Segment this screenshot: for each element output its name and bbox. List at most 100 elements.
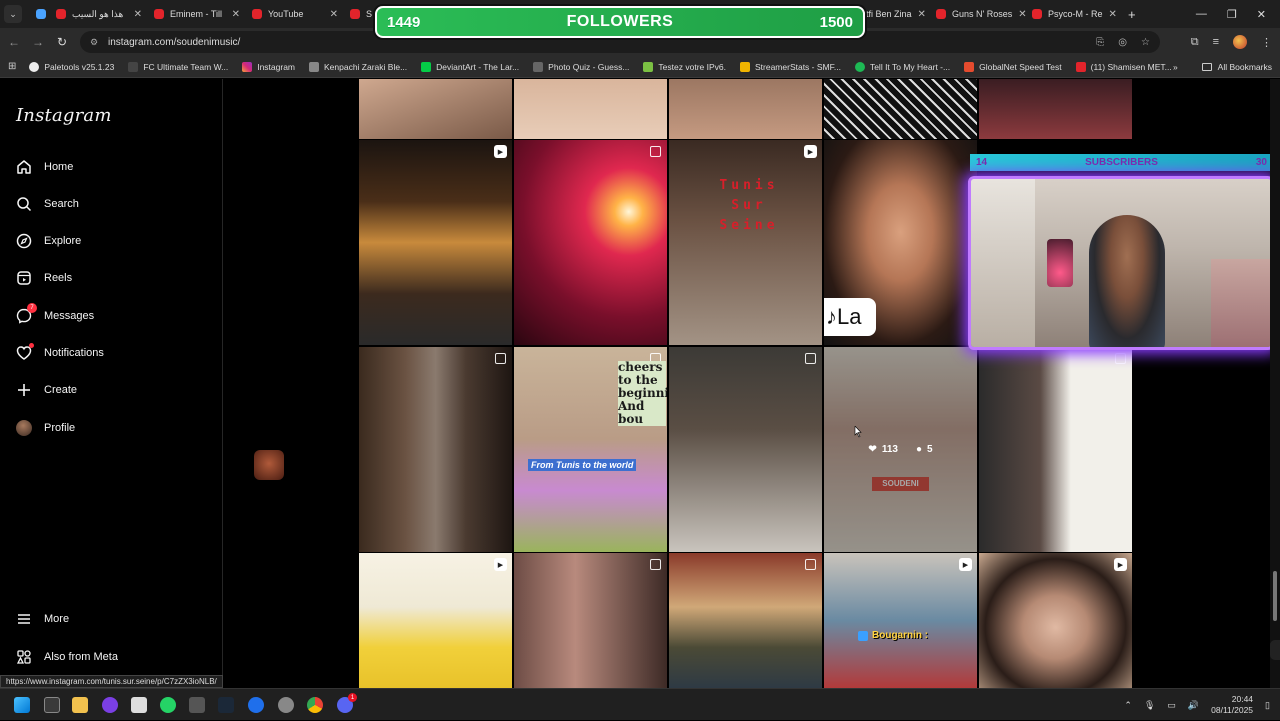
clock[interactable]: 20:44 08/11/2025: [1211, 694, 1253, 716]
obs-icon[interactable]: [278, 697, 294, 713]
like-count: 113: [881, 444, 898, 455]
profile-avatar[interactable]: [1233, 35, 1247, 49]
bookmark-item[interactable]: StreamerStats - SMF...: [733, 61, 848, 72]
app-icon[interactable]: [248, 697, 264, 713]
app-icon[interactable]: [131, 697, 147, 713]
tab-close-icon[interactable]: ✕: [1109, 9, 1117, 20]
bookmark-item[interactable]: Instagram: [235, 61, 302, 72]
apps-grid-icon[interactable]: ⊞: [8, 61, 16, 72]
post-tile[interactable]: [979, 347, 1132, 552]
minimize-icon[interactable]: —: [1196, 8, 1207, 20]
tab-search-button[interactable]: ⌄: [4, 5, 22, 23]
forward-icon[interactable]: →: [26, 35, 50, 49]
nav-create[interactable]: Create: [16, 378, 77, 402]
post-tile[interactable]: ▶ Tunis Sur Seine: [669, 140, 822, 345]
tab-0[interactable]: هذا هو السيب ✕: [50, 0, 148, 28]
post-tile[interactable]: cheers to the beginni And bou From Tunis…: [514, 347, 667, 552]
post-tile[interactable]: [669, 79, 822, 139]
post-tile[interactable]: ▶: [824, 553, 977, 688]
post-tile[interactable]: [824, 79, 977, 139]
post-tile[interactable]: [979, 79, 1132, 139]
notification-center-icon[interactable]: ▯: [1265, 700, 1270, 711]
bookmark-item[interactable]: Photo Quiz - Guess...: [526, 61, 636, 72]
chevron-right-icon[interactable]: »: [1173, 62, 1178, 72]
tab-pinned[interactable]: [30, 0, 50, 28]
nav-profile[interactable]: Profile: [16, 416, 75, 440]
post-tile[interactable]: [514, 79, 667, 139]
bookmark-item[interactable]: DeviantArt - The Lar...: [414, 61, 526, 72]
site-info-icon[interactable]: ⚙: [90, 37, 100, 47]
side-panel-handle[interactable]: [1270, 640, 1280, 660]
tab-2[interactable]: YouTube ✕: [246, 0, 344, 28]
eye-off-icon[interactable]: ◎: [1118, 37, 1127, 48]
post-tile[interactable]: [514, 140, 667, 345]
post-tile[interactable]: [359, 347, 512, 552]
tab-3[interactable]: S: [344, 0, 374, 28]
discord-icon[interactable]: 1: [337, 693, 357, 713]
volume-icon[interactable]: 🔊: [1188, 700, 1199, 711]
instagram-logo[interactable]: Instagram: [16, 105, 112, 126]
nav-search[interactable]: Search: [16, 192, 79, 216]
tab-close-icon[interactable]: ✕: [330, 9, 338, 20]
file-explorer-icon[interactable]: [72, 697, 88, 713]
network-icon[interactable]: ▭: [1167, 700, 1176, 711]
tab-6[interactable]: Psyco-M - Re ✕: [1026, 0, 1122, 28]
tab-close-icon[interactable]: ✕: [918, 9, 926, 20]
heart-filled-icon: ❤: [868, 444, 877, 455]
nav-home[interactable]: Home: [16, 155, 73, 179]
more-menu-icon[interactable]: ⋮: [1261, 36, 1272, 49]
followers-current: 1449: [387, 13, 421, 31]
tab-close-icon[interactable]: ✕: [232, 9, 240, 20]
post-tile[interactable]: [669, 553, 822, 688]
page-scrollbar[interactable]: [1270, 79, 1280, 688]
nav-messages[interactable]: 7 Messages: [16, 303, 94, 328]
tab-close-icon[interactable]: ✕: [1018, 9, 1026, 20]
post-tile[interactable]: ♪La: [824, 140, 977, 345]
post-tile[interactable]: [669, 347, 822, 552]
nav-also-from-meta[interactable]: Also from Meta: [16, 645, 118, 669]
whatsapp-icon[interactable]: [160, 697, 176, 713]
post-tile[interactable]: [514, 553, 667, 688]
reload-icon[interactable]: ↻: [50, 35, 74, 49]
nav-reels[interactable]: Reels: [16, 266, 72, 290]
task-view-icon[interactable]: [44, 697, 60, 713]
bookmark-icon: [533, 61, 544, 72]
bookmark-item[interactable]: Kenpachi Zaraki Ble...: [302, 61, 414, 72]
post-tile-hovered[interactable]: SOUDENI ❤ 113 ● 5: [824, 347, 977, 552]
media-icon[interactable]: ≡: [1213, 36, 1219, 48]
post-tile[interactable]: ▶: [359, 140, 512, 345]
post-tile[interactable]: [359, 79, 512, 139]
nav-notifications[interactable]: Notifications: [16, 341, 104, 365]
post-tile[interactable]: ▶: [979, 553, 1132, 688]
microphone-icon[interactable]: 🎙: [1144, 700, 1155, 711]
steam-icon[interactable]: [218, 697, 234, 713]
chrome-icon[interactable]: [307, 697, 323, 713]
install-app-icon[interactable]: ⎘: [1096, 37, 1104, 48]
heart-icon: [16, 343, 34, 361]
tab-1[interactable]: Eminem - Till ✕: [148, 0, 246, 28]
app-icon[interactable]: [102, 697, 118, 713]
bookmark-item[interactable]: Paletools v25.1.23: [22, 61, 121, 72]
bookmark-item[interactable]: FC Ultimate Team W...: [121, 61, 235, 72]
deviantart-icon: [421, 61, 432, 72]
all-bookmarks[interactable]: » All Bookmarks: [1173, 56, 1272, 78]
bookmark-star-icon[interactable]: ☆: [1141, 37, 1150, 48]
post-tile[interactable]: ▶: [359, 553, 512, 688]
bookmark-item[interactable]: GlobalNet Speed Test: [957, 61, 1069, 72]
new-tab-button[interactable]: +: [1122, 0, 1146, 28]
bookmark-item[interactable]: Testez votre IPv6.: [636, 61, 733, 72]
back-icon[interactable]: ←: [2, 35, 26, 49]
scrollbar-thumb[interactable]: [1273, 571, 1277, 621]
windows-start-icon[interactable]: [14, 697, 30, 713]
bookmark-item[interactable]: (11) Shamisen MET...: [1069, 61, 1179, 72]
tab-5[interactable]: Guns N' Roses ✕: [930, 0, 1026, 28]
extensions-icon[interactable]: ⧉: [1191, 36, 1199, 49]
app-icon[interactable]: [189, 697, 205, 713]
chevron-up-icon[interactable]: ⌃: [1124, 700, 1132, 711]
nav-more[interactable]: More: [16, 607, 69, 631]
close-window-icon[interactable]: ✕: [1257, 8, 1266, 21]
restore-icon[interactable]: ❐: [1227, 8, 1237, 21]
bookmark-item[interactable]: Tell It To My Heart -...: [848, 61, 957, 72]
tab-close-icon[interactable]: ✕: [134, 9, 142, 20]
nav-explore[interactable]: Explore: [16, 229, 81, 253]
